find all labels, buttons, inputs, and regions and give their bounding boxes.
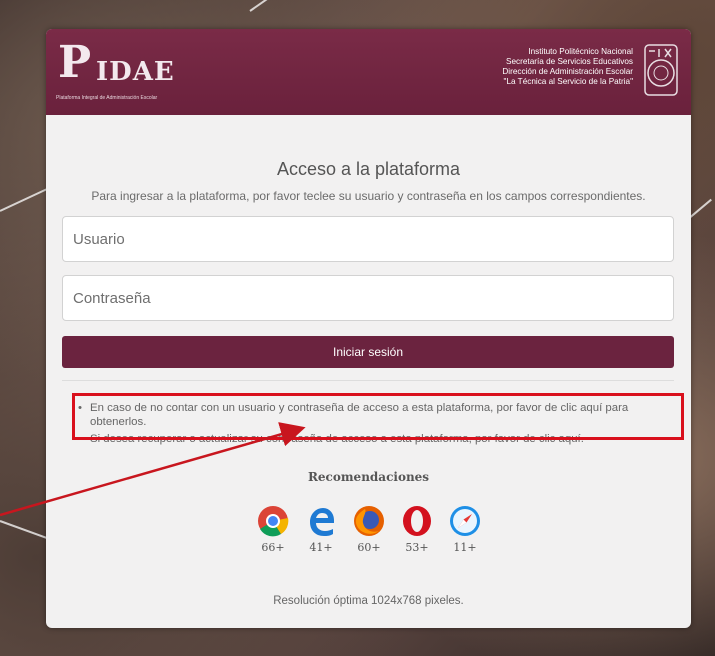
background-line	[0, 520, 48, 540]
browser-chrome: 66+	[251, 505, 295, 554]
logo-subtitle: Plataforma Integral de Administración Es…	[56, 95, 158, 101]
institution-motto: "La Técnica al Servicio de la Patria"	[503, 77, 633, 86]
browser-safari: 11+	[443, 505, 487, 554]
browser-firefox: 60+	[347, 505, 391, 554]
username-field[interactable]	[62, 216, 674, 262]
resolution-note: Resolución óptima 1024x768 pixeles.	[273, 595, 464, 607]
chrome-icon	[258, 506, 289, 537]
direccion-name: Dirección de Administración Escolar	[502, 67, 633, 76]
browser-edge: 41+	[299, 505, 343, 554]
ipn-seal-icon	[644, 44, 678, 96]
firefox-icon	[354, 506, 384, 536]
pidae-logo: P IDAE Plataforma Integral de Administra…	[56, 37, 175, 102]
login-button[interactable]: Iniciar sesión	[62, 336, 674, 368]
page-title: Acceso a la plataforma	[276, 159, 461, 179]
recover-password-link-item[interactable]: Si desea recuperar o actualizar su contr…	[78, 432, 668, 446]
info-list: En caso de no contar con un usuario y co…	[78, 401, 668, 449]
safari-icon	[450, 506, 480, 536]
divider	[62, 380, 674, 381]
password-field[interactable]	[62, 275, 674, 321]
browser-opera: 53+	[395, 505, 439, 554]
browser-list: 66+ 41+ 60+ 53+ 11+	[251, 505, 491, 575]
recommendations-title: Recomendaciones	[307, 470, 430, 484]
background-line	[249, 0, 284, 12]
edge-icon	[310, 508, 334, 536]
secretaria-name: Secretaría de Servicios Educativos	[506, 57, 633, 66]
institution-block: Instituto Politécnico Nacional Secretarí…	[502, 47, 633, 87]
header-banner: P IDAE Plataforma Integral de Administra…	[46, 29, 691, 115]
login-card: P IDAE Plataforma Integral de Administra…	[46, 29, 691, 628]
opera-icon	[403, 506, 431, 536]
page-subtitle: Para ingresar a la plataforma, por favor…	[91, 189, 646, 203]
institution-name: Instituto Politécnico Nacional	[528, 47, 633, 56]
register-link-item[interactable]: En caso de no contar con un usuario y co…	[78, 401, 668, 429]
